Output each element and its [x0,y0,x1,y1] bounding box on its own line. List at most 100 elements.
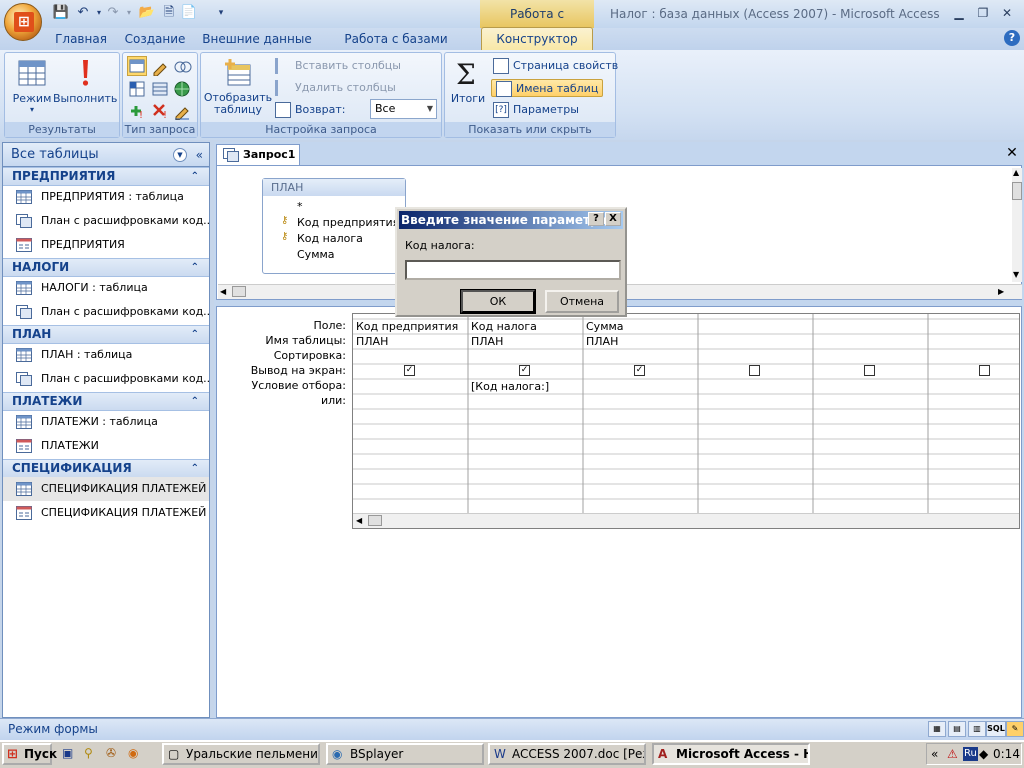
grid-cell-table[interactable]: ПЛАН [468,334,583,349]
select-query-button[interactable] [127,56,147,76]
nav-group-payments[interactable]: ПЛАТЕЖИ ⌃ [3,392,209,411]
quicklaunch-word-icon[interactable]: ▣ [62,746,73,760]
nav-item-query[interactable]: План с расшифровками код... [3,300,209,324]
open-folder-icon[interactable]: 📂 [138,4,156,22]
show-checkbox[interactable] [979,365,990,376]
taskbar-item-word[interactable]: W ACCESS 2007.doc [Режи... [488,743,646,765]
restore-button[interactable]: ❐ [970,4,996,22]
append-query-button[interactable]: ! [128,102,146,121]
design-view-button[interactable]: ✎ [1006,721,1024,737]
insert-columns-button[interactable]: Вставить столбцы [275,57,401,75]
run-button[interactable]: Выполнить [53,57,117,105]
field-item[interactable]: Сумма [297,248,335,261]
grid-horizontal-scrollbar[interactable] [353,513,1019,528]
data-definition-button[interactable] [173,80,191,98]
dialog-close-button[interactable]: X [605,212,621,226]
start-button[interactable]: ⊞ Пуск [2,743,57,765]
pivot-table-view-button[interactable]: ▤ [948,721,966,737]
taskbar-item-bsplayer[interactable]: ◉ BSplayer [326,743,484,765]
dialog-title-bar[interactable]: Введите значение параметра ? X [399,211,623,229]
tray-antivirus-icon[interactable]: ⚠ [947,744,958,764]
taskbar-item-access[interactable]: A Microsoft Access - На... [652,743,810,765]
totals-button[interactable]: Σ Итоги [447,57,489,105]
redo-dropdown-icon[interactable]: ▾ [120,4,138,22]
ok-button[interactable]: ОК [460,289,536,314]
nav-pane-header[interactable]: Все таблицы ▼ « [2,142,210,167]
show-checkbox[interactable]: ✓ [519,365,530,376]
property-sheet-button[interactable]: Страница свойств [493,57,618,75]
tab-create[interactable]: Создание [122,28,188,50]
vertical-scroll-thumb[interactable] [1012,182,1022,200]
nav-item-form[interactable]: СПЕЦИФИКАЦИЯ ПЛАТЕЖЕЙ ... [3,501,209,525]
scroll-up-icon[interactable]: ▲ [1013,168,1019,177]
grid-scroll-thumb[interactable] [368,515,382,526]
make-table-button[interactable] [173,102,191,121]
nav-item-table[interactable]: ПЛАТЕЖИ : таблица [3,410,209,434]
help-icon[interactable]: ? [1004,30,1020,46]
design-grid[interactable]: Код предприятия ПЛАН ✓ Код налога ПЛАН ✓… [352,313,1020,529]
nav-item-table[interactable]: ПЛАН : таблица [3,343,209,367]
nav-group-taxes[interactable]: НАЛОГИ ⌃ [3,258,209,277]
grid-cell-field[interactable]: Код предприятия [353,319,468,334]
update-query-button[interactable] [151,58,169,77]
crosstab-query-button[interactable] [128,80,146,98]
delete-query-button[interactable]: ! [151,102,169,121]
save-icon[interactable]: 💾 [52,4,70,22]
mode-button[interactable]: Режим ▾ [9,57,55,114]
nav-collapse-icon[interactable]: « [196,143,203,167]
quicklaunch-firefox-icon[interactable]: ◉ [128,746,138,760]
table-names-button[interactable]: Имена таблиц [491,79,604,97]
scroll-left-icon[interactable]: ◀ [220,287,226,296]
grid-cell-field[interactable]: Код налога [468,319,583,334]
show-checkbox[interactable] [864,365,875,376]
field-item[interactable]: Код налога [297,232,363,245]
scroll-down-icon[interactable]: ▼ [1013,270,1019,279]
new-document-icon[interactable]: 📄 [180,4,198,22]
quicklaunch-app-icon[interactable]: ✇ [106,746,116,760]
tray-expand-icon[interactable]: « [931,744,938,764]
field-item[interactable]: Код предприятия [297,216,399,229]
tab-design[interactable]: Конструктор [481,27,593,51]
nav-filter-chevron-icon[interactable]: ▼ [173,148,187,162]
field-all[interactable]: * [297,200,303,213]
office-button[interactable]: ⊞ [4,3,42,41]
scroll-left-icon[interactable]: ◀ [356,516,362,525]
grid-cell-table[interactable]: ПЛАН [353,334,468,349]
taskbar-item-browser[interactable]: ▢ Уральские пельмени (Т... [162,743,320,765]
nav-group-plan[interactable]: ПЛАН ⌃ [3,325,209,344]
document-tab[interactable]: Запрос1 [216,144,300,165]
grid-cell-criteria[interactable]: [Код налога:] [468,379,583,394]
close-button[interactable]: ✕ [994,4,1020,22]
show-checkbox[interactable]: ✓ [634,365,645,376]
nav-item-query[interactable]: План с расшифровками код... [3,367,209,391]
parameters-button[interactable]: [?] Параметры [493,101,579,119]
datasheet-view-button[interactable]: ▦ [928,721,946,737]
pivot-chart-view-button[interactable]: ▥ [968,721,986,737]
nav-group-enterprises[interactable]: ПРЕДПРИЯТИЯ ⌃ [3,167,209,186]
sql-view-button[interactable]: SQL [986,721,1006,737]
tray-volume-icon[interactable]: ◆ [979,744,988,764]
nav-group-payment-spec[interactable]: СПЕЦИФИКАЦИЯ ПЛАТЕЖ...⌃ [3,459,209,492]
delete-columns-button[interactable]: Удалить столбцы [275,79,396,97]
parameter-input[interactable] [405,260,621,280]
customize-qat-icon[interactable]: ▾ [212,4,230,22]
help-button[interactable]: ? [588,212,604,226]
nav-item-form[interactable]: ПРЕДПРИЯТИЯ [3,233,209,257]
show-table-button[interactable]: Отобразить таблицу [203,57,273,116]
show-checkbox[interactable]: ✓ [404,365,415,376]
nav-item-form[interactable]: ПЛАТЕЖИ [3,434,209,458]
close-document-icon[interactable]: ✕ [1004,144,1020,162]
table-field-list[interactable]: ПЛАН * ⚷ Код предприятия ⚷ Код налога Су… [262,178,406,274]
scroll-right-icon[interactable]: ▶ [998,287,1004,296]
horizontal-scroll-thumb[interactable] [232,286,246,297]
nav-item-table[interactable]: СПЕЦИФИКАЦИЯ ПЛАТЕЖЕЙ ... [3,477,209,501]
tab-home[interactable]: Главная [50,28,112,50]
quicklaunch-search-icon[interactable]: ⚲ [84,746,93,760]
language-indicator[interactable]: Ru [963,747,978,761]
tab-external-data[interactable]: Внешние данные [202,28,312,50]
nav-item-table[interactable]: НАЛОГИ : таблица [3,276,209,300]
minimize-button[interactable]: ▁ [946,4,972,22]
return-select[interactable]: Все ▼ [370,99,437,119]
show-checkbox[interactable] [749,365,760,376]
nav-item-query[interactable]: План с расшифровками код... [3,209,209,233]
